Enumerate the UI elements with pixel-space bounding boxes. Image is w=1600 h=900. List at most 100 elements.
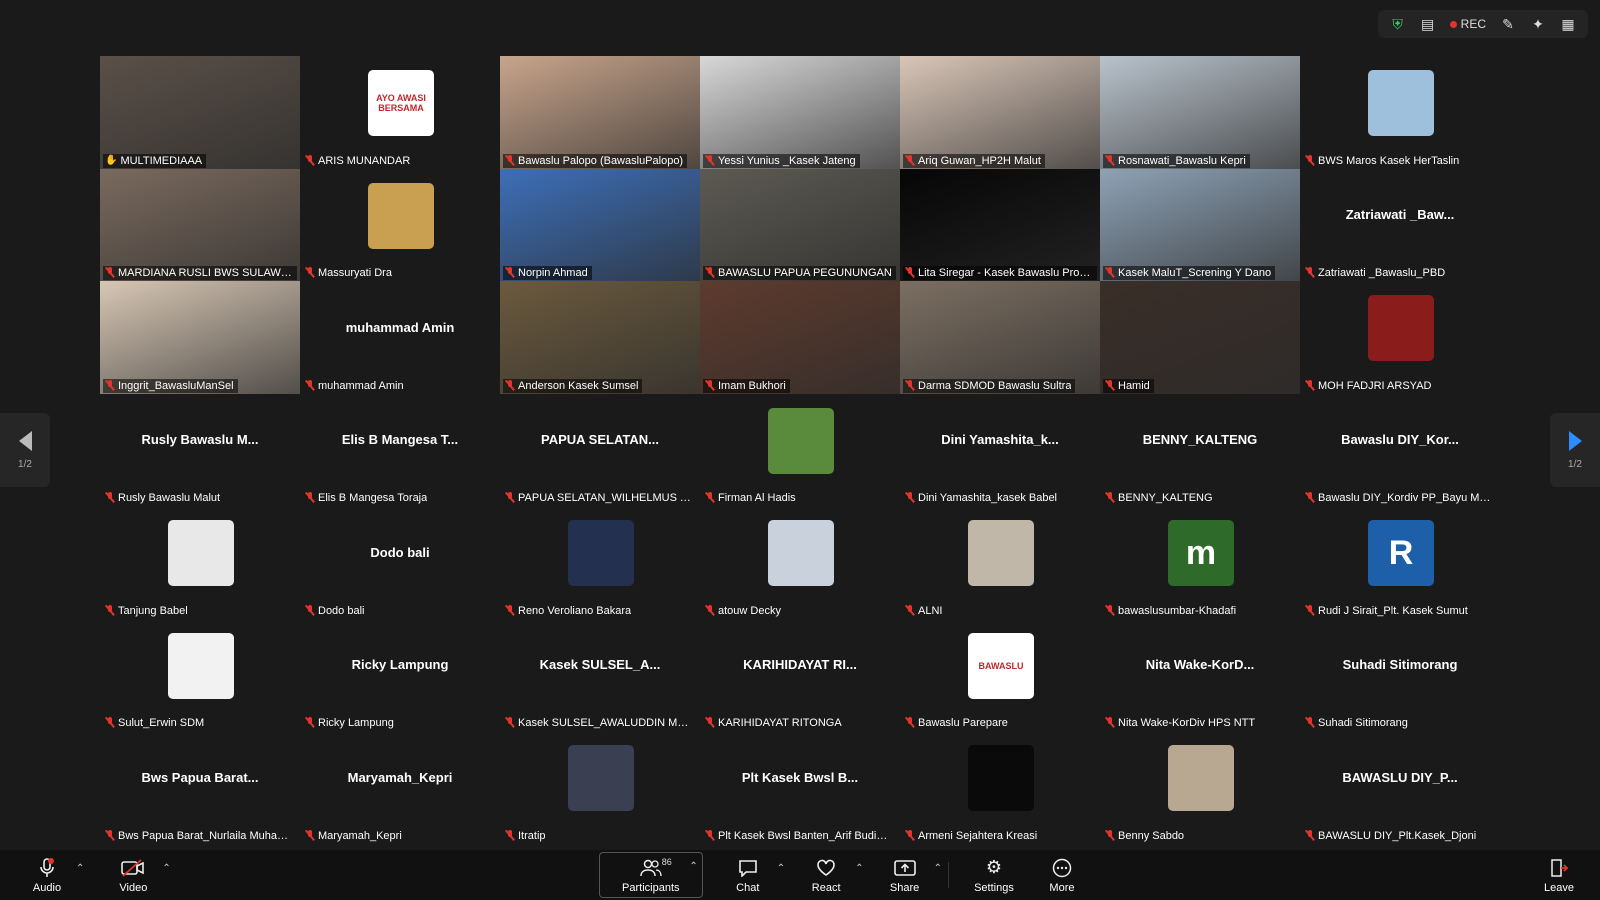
participant-tile[interactable]: ✋ MULTIMEDIAAA xyxy=(100,56,300,169)
microphone-muted-icon xyxy=(505,154,515,167)
participant-name: ALNI xyxy=(918,604,943,617)
participant-tile[interactable]: Imam Bukhori xyxy=(700,281,900,394)
participant-tile[interactable]: Dini Yamashita_k... Dini Yamashita_kasek … xyxy=(900,393,1100,506)
video-button[interactable]: Video xyxy=(104,852,162,898)
participant-tile[interactable]: Armeni Sejahtera Kreasi xyxy=(900,731,1100,844)
participant-tile[interactable]: BAWASLU Bawaslu Parepare xyxy=(900,618,1100,731)
participant-tile[interactable]: Rusly Bawaslu M... Rusly Bawaslu Malut xyxy=(100,393,300,506)
participant-tile[interactable]: BAWASLU PAPUA PEGUNUNGAN xyxy=(700,168,900,281)
microphone-muted-icon xyxy=(705,267,715,279)
participant-tile[interactable]: Hamid xyxy=(1100,281,1300,394)
participant-tile[interactable]: BWS Maros Kasek HerTaslin xyxy=(1300,56,1500,169)
participant-tile[interactable]: Sulut_Erwin SDM xyxy=(100,618,300,731)
notes-icon[interactable]: ▤ xyxy=(1416,12,1440,36)
microphone-muted-icon xyxy=(905,154,915,167)
participant-tile[interactable]: Dodo bali Dodo bali xyxy=(300,506,500,619)
participant-tile[interactable]: Suhadi Sitimorang Suhadi Sitimorang xyxy=(1300,618,1500,731)
participant-tile[interactable]: Kasek SULSEL_A... Kasek SULSEL_AWALUDDIN … xyxy=(500,618,700,731)
react-button[interactable]: React xyxy=(797,852,855,898)
participant-tile[interactable]: Yessi Yunius _Kasek Jateng xyxy=(700,56,900,169)
recording-indicator[interactable]: REC xyxy=(1446,17,1490,31)
participant-tile[interactable]: Anderson Kasek Sumsel xyxy=(500,281,700,394)
participant-tile[interactable]: BAWASLU DIY_P... BAWASLU DIY_Plt.Kasek_Dj… xyxy=(1300,731,1500,844)
participant-tile[interactable]: Lita Siregar - Kasek Bawaslu Provi... xyxy=(900,168,1100,281)
participant-tile[interactable]: MOH FADJRI ARSYAD xyxy=(1300,281,1500,394)
participant-tile[interactable]: Nita Wake-KorD... Nita Wake-KorDiv HPS NT… xyxy=(1100,618,1300,731)
share-button[interactable]: Share xyxy=(876,852,934,898)
participant-display-name: Suhadi Sitimorang xyxy=(1342,657,1458,672)
security-shield-icon[interactable]: ⛨ xyxy=(1386,12,1410,36)
participants-button[interactable]: 86 Participants ⌃ xyxy=(598,852,703,898)
participant-tile[interactable]: Tanjung Babel xyxy=(100,506,300,619)
participant-tile[interactable]: Kasek MaluT_Screning Y Dano xyxy=(1100,168,1300,281)
react-options-caret[interactable]: ⌃ xyxy=(855,863,863,874)
video-options-caret[interactable]: ⌃ xyxy=(162,863,170,874)
participant-tile[interactable]: MARDIANA RUSLI BWS SULAWESI ... xyxy=(100,168,300,281)
gallery-grid: ✋ MULTIMEDIAAA AYO AWASI BERSAMA ARIS MUNAN… xyxy=(100,56,1500,844)
audio-button[interactable]: Audio xyxy=(18,852,76,898)
participant-display-name: Ricky Lampung xyxy=(351,657,449,672)
participant-display-name: muhammad Amin xyxy=(345,319,455,335)
leave-button[interactable]: Leave xyxy=(1530,852,1588,898)
participant-avatar xyxy=(768,520,834,586)
participant-name-strip: BAWASLU DIY_Plt.Kasek_Djoni xyxy=(1303,829,1480,843)
page-indicator-left: 1/2 xyxy=(18,458,32,470)
participant-name: Hamid xyxy=(1118,379,1150,392)
chat-button[interactable]: Chat xyxy=(719,852,777,898)
microphone-muted-icon xyxy=(1305,604,1315,617)
microphone-muted-icon xyxy=(905,829,915,842)
participant-tile[interactable]: R Rudi J Sirait_Plt. Kasek Sumut xyxy=(1300,506,1500,619)
previous-page-button[interactable]: 1/2 xyxy=(0,413,50,487)
participant-tile[interactable]: Itratip xyxy=(500,731,700,844)
more-button[interactable]: More xyxy=(1033,852,1091,898)
ai-companion-icon[interactable]: ✦ xyxy=(1526,12,1550,36)
participant-display-name: Dini Yamashita_k... xyxy=(941,432,1059,447)
participant-name-strip: ALNI xyxy=(903,604,946,618)
participant-tile[interactable]: Norpin Ahmad xyxy=(500,168,700,281)
participant-name: Dini Yamashita_kasek Babel xyxy=(918,492,1058,504)
participant-tile[interactable]: Elis B Mangesa T... Elis B Mangesa Toraja xyxy=(300,393,500,506)
participant-tile[interactable]: Darma SDMOD Bawaslu Sultra xyxy=(900,281,1100,394)
participant-tile[interactable]: Maryamah_Kepri Maryamah_Kepri xyxy=(300,731,500,844)
participant-video xyxy=(500,56,700,169)
view-grid-icon[interactable]: ▦ xyxy=(1556,12,1580,36)
participant-tile[interactable]: PAPUA SELATAN... PAPUA SELATAN_WILHELMUS … xyxy=(500,393,700,506)
participant-avatar xyxy=(1168,745,1234,811)
participant-tile[interactable]: atouw Decky xyxy=(700,506,900,619)
gear-icon: ⚙ xyxy=(985,857,1003,877)
participant-tile[interactable]: Massuryati Dra xyxy=(300,168,500,281)
participant-name-strip: Rusly Bawaslu Malut xyxy=(103,491,224,505)
participant-tile[interactable]: BENNY_KALTENG BENNY_KALTENG xyxy=(1100,393,1300,506)
audio-options-caret[interactable]: ⌃ xyxy=(76,863,84,874)
annotate-icon[interactable]: ✎ xyxy=(1496,12,1520,36)
next-page-button[interactable]: 1/2 xyxy=(1550,413,1600,487)
participant-tile[interactable]: m bawaslusumbar-Khadafi xyxy=(1100,506,1300,619)
participant-tile[interactable]: Bawaslu Palopo (BawasluPalopo) xyxy=(500,56,700,169)
participant-name-strip: Reno Veroliano Bakara xyxy=(503,604,635,618)
participant-name-strip: KARIHIDAYAT RITONGA xyxy=(703,716,846,730)
participant-tile[interactable]: Inggrit_BawasluManSel xyxy=(100,281,300,394)
participant-name: Inggrit_BawasluManSel xyxy=(118,379,234,392)
participant-tile[interactable]: Bws Papua Barat... Bws Papua Barat_Nurlai… xyxy=(100,731,300,844)
participant-tile[interactable]: Rosnawati_Bawaslu Kepri xyxy=(1100,56,1300,169)
participant-tile[interactable]: AYO AWASI BERSAMA ARIS MUNANDAR xyxy=(300,56,500,169)
participant-tile[interactable]: ALNI xyxy=(900,506,1100,619)
participant-tile[interactable]: Reno Veroliano Bakara xyxy=(500,506,700,619)
participant-tile[interactable]: Bawaslu DIY_Kor... Bawaslu DIY_Kordiv PP_… xyxy=(1300,393,1500,506)
participant-tile[interactable]: Firman Al Hadis xyxy=(700,393,900,506)
participant-tile[interactable]: Zatriawati _Baw... Zatriawati _Bawaslu_PB… xyxy=(1300,168,1500,281)
participant-tile[interactable]: muhammad Amin muhammad Amin xyxy=(300,281,500,394)
chat-options-caret[interactable]: ⌃ xyxy=(777,863,785,874)
microphone-muted-icon xyxy=(305,154,315,167)
microphone-muted-icon xyxy=(1305,717,1315,729)
microphone-muted-icon xyxy=(1105,267,1115,279)
participant-tile[interactable]: KARIHIDAYAT RI... KARIHIDAYAT RITONGA xyxy=(700,618,900,731)
participant-tile[interactable]: Ariq Guwan_HP2H Malut xyxy=(900,56,1100,169)
participant-tile[interactable]: Benny Sabdo xyxy=(1100,731,1300,844)
share-options-caret[interactable]: ⌃ xyxy=(934,863,942,874)
participant-tile[interactable]: Ricky Lampung Ricky Lampung xyxy=(300,618,500,731)
participants-options-caret[interactable]: ⌃ xyxy=(689,861,697,872)
settings-button[interactable]: ⚙ Settings xyxy=(965,852,1023,898)
participant-name: Darma SDMOD Bawaslu Sultra xyxy=(918,379,1072,392)
participant-tile[interactable]: Plt Kasek Bwsl B... Plt Kasek Bwsl Banten… xyxy=(700,731,900,844)
